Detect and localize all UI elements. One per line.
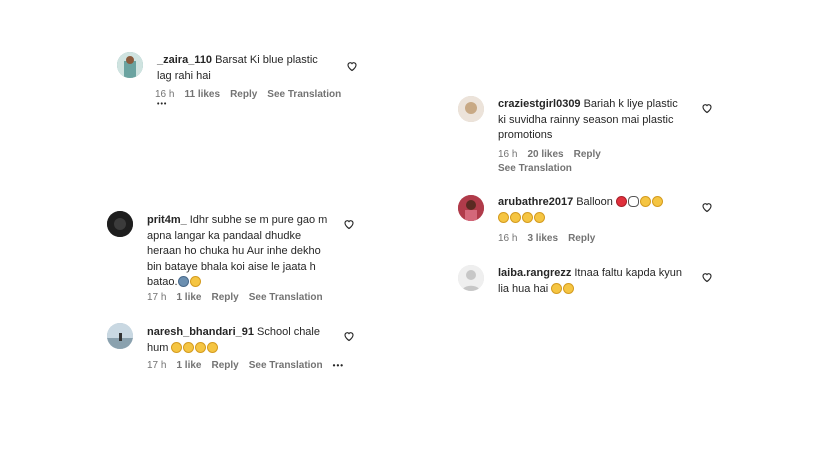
heart-icon[interactable]: [701, 102, 713, 114]
see-translation-button[interactable]: See Translation: [267, 89, 341, 100]
emoji-icon: [522, 211, 533, 223]
balloon-icon: [615, 196, 627, 207]
likes-count[interactable]: 20 likes: [527, 149, 563, 160]
likes-count[interactable]: 1 like: [176, 292, 201, 303]
username[interactable]: naresh_bhandari_91: [147, 326, 254, 338]
heart-icon[interactable]: [346, 60, 358, 72]
emoji-icon: [639, 196, 651, 207]
comment-meta: 17 h 1 like Reply See Translation •••: [147, 360, 354, 371]
username[interactable]: _zaira_110: [157, 54, 212, 66]
heart-icon[interactable]: [343, 218, 355, 230]
see-translation-button[interactable]: See Translation: [249, 292, 323, 303]
reply-button[interactable]: Reply: [230, 89, 257, 100]
avatar[interactable]: [458, 195, 484, 221]
emoji-icon: [651, 196, 663, 207]
timestamp: 16 h: [498, 233, 518, 244]
comment-text: arubathre2017 Balloon: [498, 195, 688, 226]
reply-button[interactable]: Reply: [568, 233, 595, 244]
avatar[interactable]: [107, 323, 133, 349]
emoji-icon: [207, 341, 219, 353]
avatar[interactable]: [458, 96, 484, 122]
username[interactable]: prit4m_: [147, 214, 187, 226]
username[interactable]: craziestgirl0309: [498, 98, 581, 110]
timestamp: 17 h: [147, 292, 167, 303]
avatar[interactable]: [458, 265, 484, 291]
comment-meta: 16 h 3 likes Reply: [498, 233, 605, 244]
likes-count[interactable]: 3 likes: [527, 233, 558, 244]
likes-count[interactable]: 1 like: [176, 360, 201, 371]
reply-button[interactable]: Reply: [574, 149, 601, 160]
emoji-icon: [183, 341, 195, 353]
timestamp: 16 h: [498, 149, 518, 160]
heart-icon[interactable]: [701, 201, 713, 213]
emoji-icon: [195, 341, 207, 353]
likes-count[interactable]: 11 likes: [184, 89, 220, 100]
emoji-icon: [171, 341, 183, 353]
comment-meta: 16 h 20 likes Reply: [498, 149, 611, 160]
emoji-icon: [498, 211, 509, 223]
comment-text: laiba.rangrezz Itnaa faltu kapda kyun lia…: [498, 267, 682, 295]
comment-text: naresh_bhandari_91 School chale hum: [147, 326, 320, 354]
timestamp: 17 h: [147, 360, 167, 371]
timestamp: 16 h: [155, 89, 175, 100]
more-options-button[interactable]: •••: [333, 361, 344, 370]
emoji-icon: [189, 276, 201, 287]
emoji-icon: [563, 282, 575, 294]
comment-text: craziestgirl0309 Bariah k liye plastic ki…: [498, 98, 678, 141]
see-translation-button[interactable]: See Translation: [498, 163, 572, 174]
emoji-icon: [510, 211, 521, 223]
comment-text: prit4m_ Idhr subhe se m pure gao m apna l…: [147, 214, 328, 288]
see-translation-button[interactable]: See Translation: [249, 360, 323, 371]
speech-bubble-icon: [627, 196, 639, 207]
avatar[interactable]: [117, 52, 143, 78]
emoji-icon: [534, 211, 545, 223]
comment-meta: 16 h 11 likes Reply See Translation: [155, 89, 351, 100]
heart-icon[interactable]: [701, 271, 713, 283]
reply-button[interactable]: Reply: [212, 360, 239, 371]
comment-meta: 17 h 1 like Reply See Translation: [147, 292, 333, 303]
avatar[interactable]: [107, 211, 133, 237]
comment-text: _zaira_110 Barsat Ki blue plastic lag rah…: [157, 54, 318, 82]
emoji-icon: [551, 282, 563, 294]
comment-meta: See Translation: [498, 163, 582, 174]
username[interactable]: arubathre2017: [498, 196, 573, 208]
reply-button[interactable]: Reply: [212, 292, 239, 303]
emoji-icon: [177, 276, 189, 287]
username[interactable]: laiba.rangrezz: [498, 267, 571, 279]
heart-icon[interactable]: [343, 330, 355, 342]
more-options-button[interactable]: •••: [157, 101, 167, 108]
